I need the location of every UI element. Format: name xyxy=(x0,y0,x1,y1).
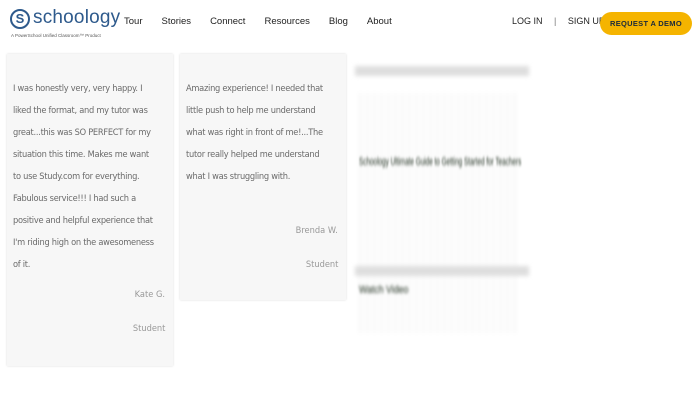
testimonial-quote: Amazing experience! I needed that little… xyxy=(186,84,323,182)
nav-link-about[interactable]: About xyxy=(367,16,392,27)
login-link[interactable]: LOG IN xyxy=(512,16,543,26)
nav-link-tour[interactable]: Tour xyxy=(124,16,142,27)
testimonial-role: Student xyxy=(305,260,338,270)
site-header: S schoology A PowerSchool Unified Classr… xyxy=(0,0,700,46)
logo-tagline: A PowerSchool Unified Classroom™ Product xyxy=(11,33,101,38)
media-blur-overlay xyxy=(359,93,519,333)
testimonial-author: Brenda W. xyxy=(295,226,338,236)
main-nav: Tour Stories Connect Resources Blog Abou… xyxy=(124,16,411,27)
testimonial-card: Amazing experience! I needed that little… xyxy=(180,54,346,300)
testimonial-author: Kate G. xyxy=(134,290,165,300)
nav-link-blog[interactable]: Blog xyxy=(329,16,348,27)
auth-links: LOG IN | SIGN UP xyxy=(512,16,605,26)
testimonial-role: Student xyxy=(132,324,165,334)
video-caption: Watch Video xyxy=(359,284,409,296)
video-title: Schoology Ultimate Guide to Getting Star… xyxy=(359,156,522,168)
video-thumbnail[interactable]: Schoology Ultimate Guide to Getting Star… xyxy=(355,48,529,366)
media-divider xyxy=(355,66,529,76)
nav-link-connect[interactable]: Connect xyxy=(210,16,245,27)
schoology-logo[interactable]: S schoology A PowerSchool Unified Classr… xyxy=(10,7,122,42)
auth-separator: | xyxy=(554,16,557,26)
request-demo-button[interactable]: REQUEST A DEMO xyxy=(600,12,692,35)
nav-link-stories[interactable]: Stories xyxy=(161,16,191,27)
logo-wordmark: schoology xyxy=(33,7,121,28)
media-divider xyxy=(355,266,529,276)
testimonial-quote: I was honestly very, very happy. I liked… xyxy=(13,84,154,270)
testimonial-card: I was honestly very, very happy. I liked… xyxy=(7,54,173,366)
logo-mark-icon: S xyxy=(10,9,30,29)
nav-link-resources[interactable]: Resources xyxy=(264,16,309,27)
